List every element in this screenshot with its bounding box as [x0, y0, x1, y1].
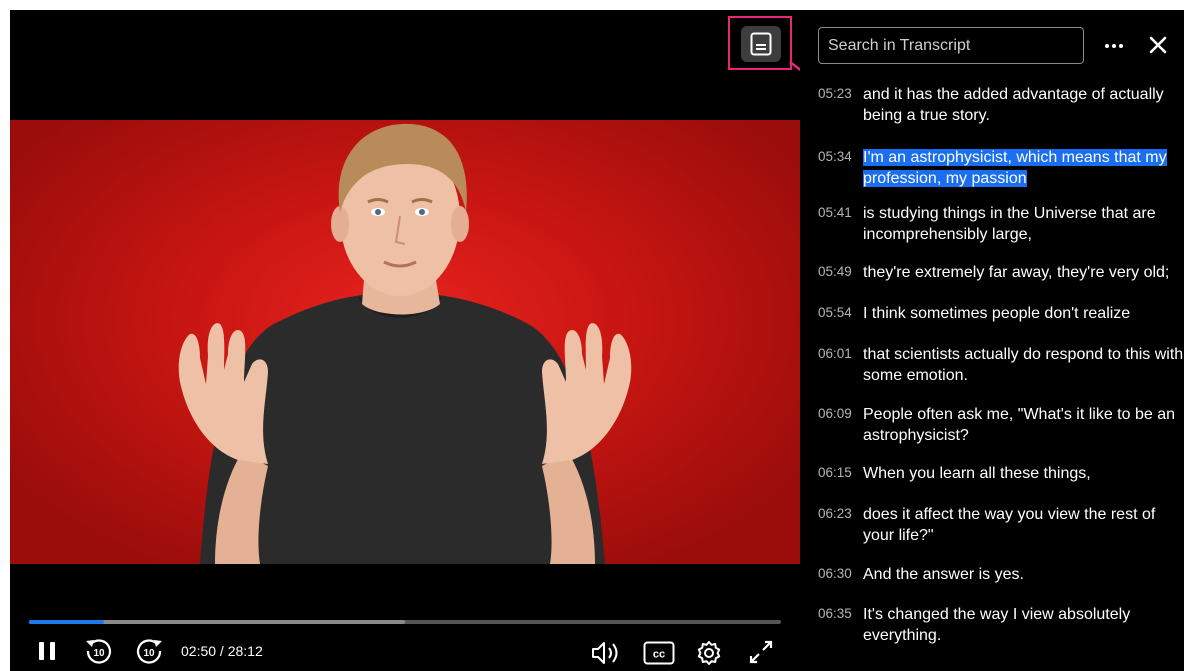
entry-text: And the answer is yes. [863, 566, 1024, 583]
svg-text:10: 10 [93, 648, 105, 659]
volume-button[interactable] [590, 640, 624, 671]
entry-text: When you learn all these things, [863, 465, 1091, 482]
transcript-panel: 05:23 and it has the added advantage of … [800, 10, 1184, 671]
entry-timestamp: 05:49 [818, 264, 852, 279]
entry-text: is studying things in the Universe that … [863, 205, 1156, 243]
closed-captions-button[interactable]: cc [643, 641, 675, 670]
transcript-icon [750, 32, 772, 56]
entry-timestamp: 06:35 [818, 606, 852, 621]
forward-10-icon: 10 [136, 639, 162, 664]
entry-timestamp: 06:30 [818, 566, 852, 581]
entry-text: they're extremely far away, they're very… [863, 264, 1170, 281]
close-transcript-button[interactable] [1148, 35, 1168, 60]
entry-text: and it has the added advantage of actual… [863, 86, 1164, 124]
forward-10-button[interactable]: 10 [135, 636, 165, 671]
entry-text: does it affect the way you view the rest… [863, 506, 1156, 544]
closed-captions-icon: cc [643, 641, 675, 665]
transcript-toggle-button[interactable] [741, 26, 781, 62]
more-icon [1105, 44, 1109, 48]
entry-text: I think sometimes people don't realize [863, 305, 1131, 322]
close-icon [1149, 36, 1167, 54]
gear-icon [697, 641, 721, 665]
svg-text:10: 10 [143, 648, 155, 659]
settings-button[interactable] [696, 640, 722, 671]
time-display: 02:50 / 28:12 [181, 643, 263, 659]
highlight-span: I'm an astrophysicist, which means that … [863, 149, 1167, 187]
entry-text: People often ask me, "What's it like to … [863, 406, 1176, 444]
transcript-search-input[interactable] [818, 27, 1084, 64]
entry-timestamp: 05:23 [818, 86, 852, 101]
more-options-button[interactable] [1100, 34, 1128, 58]
rewind-10-icon: 10 [86, 639, 112, 664]
fullscreen-button[interactable] [747, 638, 775, 671]
volume-icon [592, 642, 618, 664]
entry-timestamp: 05:54 [818, 305, 852, 320]
video-area[interactable]: 10 10 02:50 / 28:12 cc [10, 10, 819, 671]
pause-button[interactable] [36, 640, 58, 667]
played-bar [29, 620, 105, 624]
entry-timestamp: 05:34 [818, 149, 852, 164]
entry-timestamp: 06:15 [818, 465, 852, 480]
entry-text: that scientists actually do respond to t… [863, 346, 1184, 384]
fullscreen-icon [749, 640, 773, 664]
entry-timestamp: 06:23 [818, 506, 852, 521]
transcript-toggle-highlight [728, 16, 792, 70]
rewind-10-button[interactable]: 10 [83, 636, 113, 671]
speaker-image [178, 123, 632, 564]
video-player-app: 10 10 02:50 / 28:12 cc Search in Transcr… [10, 10, 1184, 671]
progress-bar[interactable] [29, 620, 781, 624]
entry-text-highlighted: I'm an astrophysicist, which means that … [863, 147, 1184, 189]
video-frame[interactable] [10, 120, 800, 564]
entry-text: It's changed the way I view absolutely e… [863, 606, 1131, 644]
entry-timestamp: 06:09 [818, 406, 852, 421]
svg-text:cc: cc [653, 649, 665, 661]
pause-icon [39, 642, 55, 660]
entry-timestamp: 06:01 [818, 346, 852, 361]
entry-timestamp: 05:41 [818, 205, 852, 220]
